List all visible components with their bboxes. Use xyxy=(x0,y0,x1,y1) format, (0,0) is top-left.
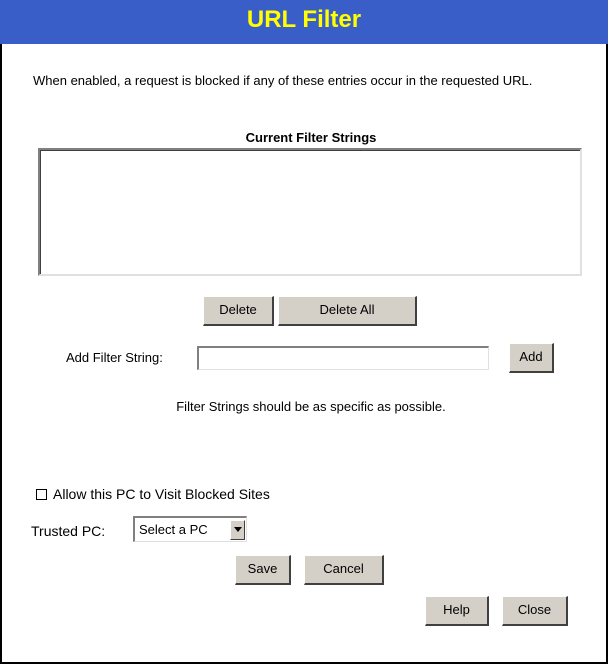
delete-all-button[interactable]: Delete All xyxy=(278,296,417,326)
cancel-button[interactable]: Cancel xyxy=(304,555,384,585)
dropdown-arrow-icon[interactable] xyxy=(230,519,245,540)
trusted-pc-select[interactable]: Select a PC xyxy=(133,516,247,542)
save-button[interactable]: Save xyxy=(235,555,291,585)
filter-strings-listbox[interactable] xyxy=(38,148,582,276)
close-button[interactable]: Close xyxy=(502,596,568,626)
trusted-pc-selected-value: Select a PC xyxy=(139,522,208,537)
description-text: When enabled, a request is blocked if an… xyxy=(33,73,533,88)
help-button[interactable]: Help xyxy=(425,596,489,626)
title-bar: URL Filter xyxy=(0,0,608,44)
allow-blocked-sites-row[interactable]: Allow this PC to Visit Blocked Sites xyxy=(36,486,270,502)
add-button[interactable]: Add xyxy=(509,343,554,373)
add-filter-label: Add Filter String: xyxy=(66,350,163,365)
filter-string-input[interactable] xyxy=(197,346,489,370)
trusted-pc-label: Trusted PC: xyxy=(31,523,106,539)
delete-button[interactable]: Delete xyxy=(203,296,274,326)
hint-text: Filter Strings should be as specific as … xyxy=(176,399,446,414)
filter-list-label: Current Filter Strings xyxy=(245,130,377,145)
allow-blocked-sites-label: Allow this PC to Visit Blocked Sites xyxy=(53,486,270,502)
allow-blocked-sites-checkbox[interactable] xyxy=(36,488,47,500)
page-title: URL Filter xyxy=(246,6,362,33)
